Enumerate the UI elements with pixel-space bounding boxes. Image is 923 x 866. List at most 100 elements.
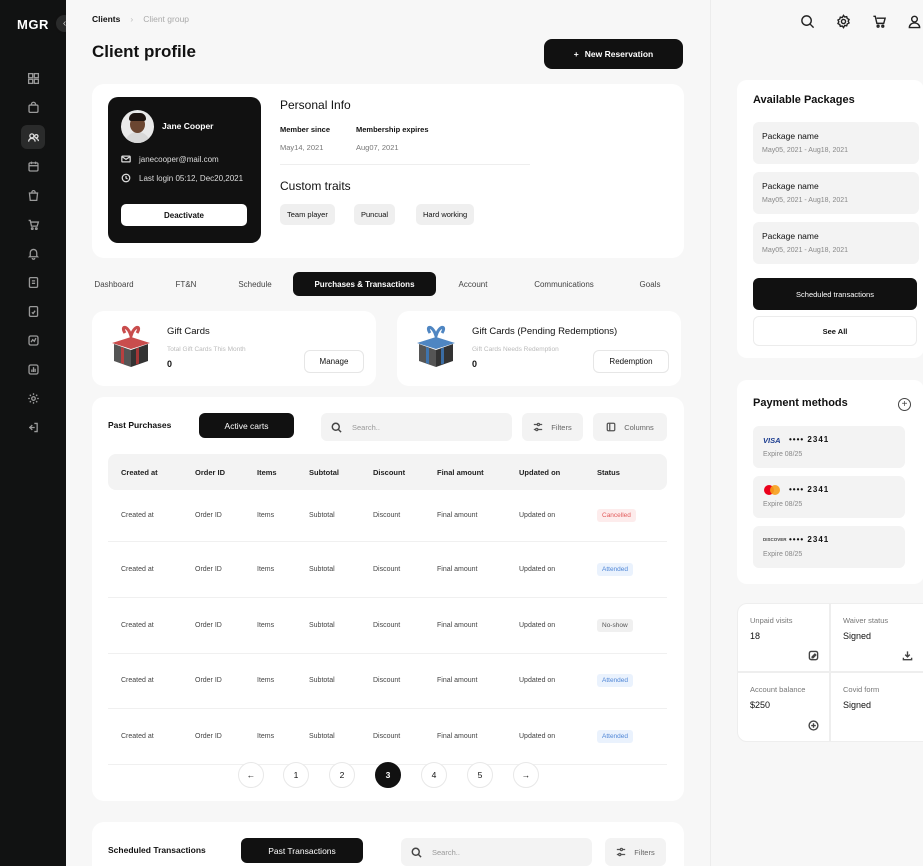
next-page-button[interactable]: → <box>513 762 539 788</box>
col-items[interactable]: Items <box>257 468 277 477</box>
redemption-button[interactable]: Redemption <box>593 350 669 373</box>
table-row[interactable]: Created at Order ID Items Subtotal Discount F… <box>108 542 667 598</box>
edit-icon[interactable] <box>808 650 819 661</box>
filters-label: Filters <box>551 422 572 432</box>
col-order-id[interactable]: Order ID <box>195 468 225 477</box>
cart-icon[interactable] <box>870 12 888 30</box>
package-name: Package name <box>762 131 819 141</box>
columns-button[interactable]: Columns <box>593 413 667 441</box>
payment-methods-title: Payment methods <box>753 397 848 409</box>
cell-created-at: Created at <box>121 566 154 573</box>
page-button-current[interactable]: 3 <box>375 762 401 788</box>
nav-logout-icon[interactable] <box>21 415 45 439</box>
manage-button[interactable]: Manage <box>304 350 364 373</box>
unpaid-visits-stat: Unpaid visits 18 <box>737 603 830 672</box>
nav-chart-icon[interactable] <box>21 328 45 352</box>
nav-users-icon[interactable] <box>21 125 45 149</box>
sidebar: MGR ‹ <box>0 0 75 866</box>
cell-status: No-show <box>597 598 633 653</box>
table-row[interactable]: Created at Order ID Items Subtotal Discount F… <box>108 709 667 765</box>
account-balance-label: Account balance <box>750 685 806 694</box>
past-purchases-title[interactable]: Past Purchases <box>108 420 171 430</box>
nav-shopping-bag-icon[interactable] <box>21 183 45 207</box>
nav-cart-icon[interactable] <box>21 212 45 236</box>
arrow-right-icon: → <box>521 770 531 780</box>
purchases-search-input[interactable]: Search.. <box>321 413 512 441</box>
nav-document-icon[interactable] <box>21 270 45 294</box>
visa-icon: VISA <box>763 436 781 445</box>
tab-ftn[interactable]: FT&N <box>172 272 200 296</box>
gift-pending-subtitle: Gift Cards Needs Redemption <box>472 346 559 353</box>
settings-icon[interactable] <box>834 12 852 30</box>
cell-items: Items <box>257 733 275 740</box>
status-badge: No-show <box>597 619 633 632</box>
waiver-status-label: Waiver status <box>843 616 889 625</box>
page-button[interactable]: 5 <box>467 762 493 788</box>
payment-card-item[interactable]: VISA •••• 2341 Expire 08/25 <box>753 426 905 468</box>
nav-bag-icon[interactable] <box>21 95 45 119</box>
cell-items: Items <box>257 566 275 573</box>
table-row[interactable]: Created at Order ID Items Subtotal Discount F… <box>108 653 667 709</box>
tab-dashboard[interactable]: Dashboard <box>92 272 136 296</box>
package-item[interactable]: Package name May05, 2021 - Aug18, 2021 <box>753 222 919 264</box>
user-icon[interactable] <box>905 12 923 30</box>
col-status[interactable]: Status <box>597 468 620 477</box>
download-icon[interactable] <box>902 650 913 661</box>
nav-grid-icon[interactable] <box>21 66 45 90</box>
filters-button[interactable]: Filters <box>605 838 666 866</box>
scheduled-transactions-button[interactable]: Scheduled transactions <box>753 278 917 310</box>
breadcrumb-client-group[interactable]: Client group <box>143 14 189 24</box>
col-final-amount[interactable]: Final amount <box>437 468 484 477</box>
cell-updated-on: Updated on <box>519 512 556 519</box>
new-reservation-button[interactable]: + New Reservation <box>544 39 683 69</box>
nav-settings-icon[interactable] <box>21 386 45 410</box>
tab-account[interactable]: Account <box>453 272 493 296</box>
nav-bell-icon[interactable] <box>21 241 45 265</box>
nav-file-check-icon[interactable] <box>21 299 45 323</box>
filter-icon <box>534 422 543 432</box>
add-payment-icon[interactable]: + <box>898 398 911 411</box>
page-button[interactable]: 4 <box>421 762 447 788</box>
waiver-status-stat: Waiver status Signed <box>830 603 923 672</box>
nav-calendar-icon[interactable] <box>21 154 45 178</box>
search-icon[interactable] <box>798 12 816 30</box>
col-subtotal[interactable]: Subtotal <box>309 468 339 477</box>
covid-form-label: Covid form <box>843 685 880 694</box>
tab-purchases-transactions[interactable]: Purchases & Transactions <box>293 272 436 296</box>
add-circle-icon[interactable] <box>808 720 819 731</box>
see-all-button[interactable]: See All <box>753 316 917 346</box>
package-dates: May05, 2021 - Aug18, 2021 <box>762 247 849 254</box>
nav-analytics-icon[interactable] <box>21 357 45 381</box>
scheduled-transactions-title[interactable]: Scheduled Transactions <box>108 845 206 855</box>
col-created-at[interactable]: Created at <box>121 468 158 477</box>
trait-chip: Hard working <box>416 204 475 225</box>
card-expiry: Expire 08/25 <box>763 451 803 458</box>
tab-communications[interactable]: Communications <box>525 272 603 296</box>
package-item[interactable]: Package name May05, 2021 - Aug18, 2021 <box>753 172 919 214</box>
table-row[interactable]: Created at Order ID Items Subtotal Discount F… <box>108 598 667 654</box>
col-discount[interactable]: Discount <box>373 468 405 477</box>
cell-order-id: Order ID <box>195 566 222 573</box>
page-button[interactable]: 1 <box>283 762 309 788</box>
filters-button[interactable]: Filters <box>522 413 583 441</box>
payment-card-item[interactable]: DISCOVER •••• 2341 Expire 08/25 <box>753 526 905 568</box>
breadcrumb-clients[interactable]: Clients <box>92 14 120 24</box>
table-row[interactable]: Created at Order ID Items Subtotal Discount F… <box>108 490 667 542</box>
col-updated-on[interactable]: Updated on <box>519 468 560 477</box>
package-item[interactable]: Package name May05, 2021 - Aug18, 2021 <box>753 122 919 164</box>
available-packages-title: Available Packages <box>753 94 855 106</box>
cell-final-amount: Final amount <box>437 733 478 740</box>
past-purchases-card: Past Purchases Active carts Search.. Fil… <box>92 397 684 801</box>
deactivate-button[interactable]: Deactivate <box>121 204 247 226</box>
prev-page-button[interactable]: ← <box>238 762 264 788</box>
transactions-search-input[interactable]: Search.. <box>401 838 592 866</box>
payment-card-item[interactable]: •••• 2341 Expire 08/25 <box>753 476 905 518</box>
card-number: •••• 2341 <box>789 485 830 494</box>
tab-schedule[interactable]: Schedule <box>234 272 276 296</box>
active-carts-button[interactable]: Active carts <box>199 413 294 438</box>
app-logo: MGR <box>17 17 49 32</box>
gift-cards-subtitle: Total Gift Cards This Month <box>167 346 246 353</box>
tab-goals[interactable]: Goals <box>636 272 664 296</box>
past-transactions-button[interactable]: Past Transactions <box>241 838 363 863</box>
page-button[interactable]: 2 <box>329 762 355 788</box>
